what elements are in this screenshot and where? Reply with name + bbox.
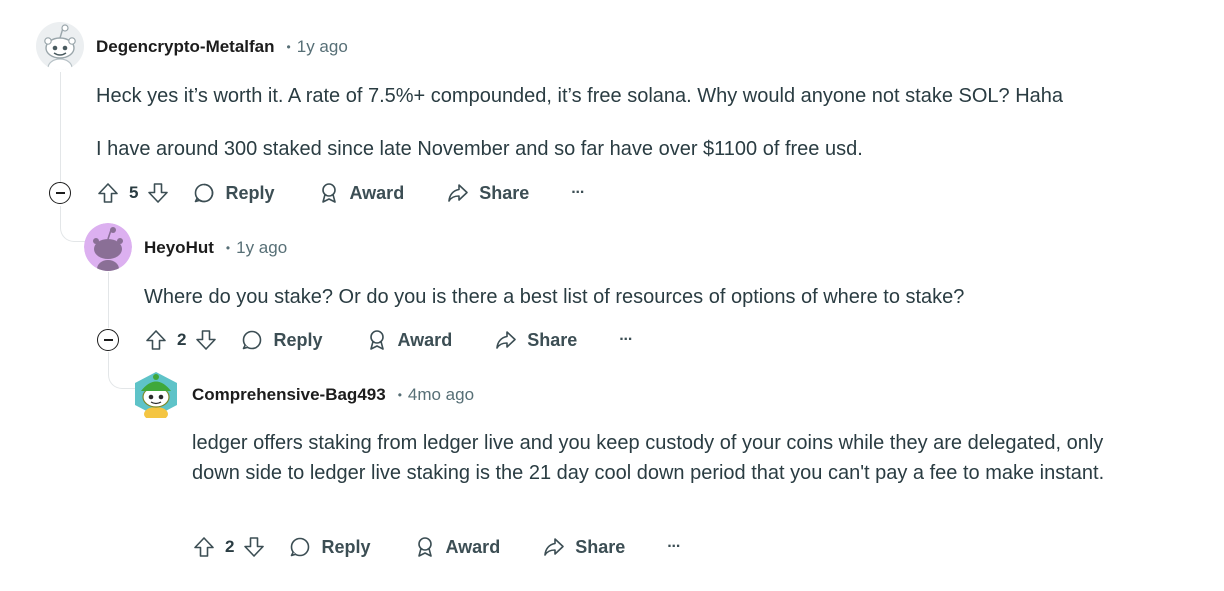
reddit-snoo-grey-avatar-icon bbox=[36, 22, 84, 70]
award-icon bbox=[321, 183, 336, 203]
collapse-thread-button[interactable] bbox=[49, 182, 71, 204]
timestamp[interactable]: 1y ago bbox=[297, 37, 348, 57]
share-button[interactable]: Share bbox=[494, 328, 577, 352]
share-icon bbox=[448, 184, 468, 202]
timestamp[interactable]: 4mo ago bbox=[408, 385, 474, 405]
share-label: Share bbox=[479, 182, 530, 203]
share-icon bbox=[496, 331, 516, 349]
award-icon bbox=[369, 330, 384, 350]
avatar[interactable] bbox=[36, 22, 84, 70]
username[interactable]: Comprehensive-Bag493 bbox=[192, 385, 386, 405]
comment-actions: 5 Reply Award Share ··· bbox=[96, 176, 585, 210]
more-options-button[interactable]: ··· bbox=[667, 538, 681, 556]
share-button[interactable]: Share bbox=[542, 535, 625, 559]
separator: • bbox=[286, 40, 291, 54]
award-label: Award bbox=[349, 182, 405, 203]
reply-button[interactable]: Reply bbox=[288, 535, 371, 559]
share-icon bbox=[544, 538, 564, 556]
vote-group: 2 bbox=[144, 328, 218, 352]
thread-branch-1 bbox=[60, 206, 85, 242]
more-icon: ··· bbox=[667, 538, 681, 555]
comment-paragraph: I have around 300 staked since late Nove… bbox=[96, 138, 863, 160]
separator: • bbox=[225, 241, 231, 255]
reply-icon bbox=[243, 330, 262, 350]
comment-header: HeyoHut • 1y ago bbox=[144, 237, 287, 259]
reddit-snoo-purple-avatar-icon bbox=[84, 223, 132, 271]
reply-button[interactable]: Reply bbox=[240, 328, 323, 352]
reply-label: Reply bbox=[273, 329, 323, 350]
upvote-icon[interactable] bbox=[96, 181, 120, 205]
vote-group: 5 bbox=[96, 181, 170, 205]
downvote-icon[interactable] bbox=[146, 181, 170, 205]
share-label: Share bbox=[575, 536, 626, 557]
award-label: Award bbox=[397, 329, 453, 350]
award-button[interactable]: Award bbox=[317, 181, 405, 205]
comment-header: Comprehensive-Bag493 • 4mo ago bbox=[192, 384, 474, 406]
comment-paragraph: Where do you stake? Or do you is there a… bbox=[144, 286, 965, 308]
comment-header: Degencrypto-Metalfan • 1y ago bbox=[96, 36, 348, 58]
thread-line-1 bbox=[60, 72, 61, 182]
upvote-icon[interactable] bbox=[144, 328, 168, 352]
reply-label: Reply bbox=[225, 182, 275, 203]
avatar[interactable] bbox=[84, 223, 132, 271]
vote-count: 2 bbox=[225, 537, 235, 556]
downvote-icon[interactable] bbox=[242, 535, 266, 559]
award-label: Award bbox=[445, 536, 501, 557]
more-options-button[interactable]: ··· bbox=[571, 184, 585, 202]
upvote-icon[interactable] bbox=[192, 535, 216, 559]
vote-group: 2 bbox=[192, 535, 266, 559]
avatar[interactable] bbox=[132, 370, 180, 421]
share-button[interactable]: Share bbox=[446, 181, 529, 205]
award-button[interactable]: Award bbox=[365, 328, 453, 352]
comment-paragraph: ledger offers staking from ledger live a… bbox=[192, 432, 1105, 484]
username[interactable]: HeyoHut bbox=[144, 238, 214, 258]
award-button[interactable]: Award bbox=[413, 535, 501, 559]
comment-actions: 2 Reply Award Share ··· bbox=[192, 530, 681, 564]
username[interactable]: Degencrypto-Metalfan bbox=[96, 37, 275, 57]
reply-button[interactable]: Reply bbox=[192, 181, 275, 205]
vote-count: 2 bbox=[177, 330, 187, 349]
share-label: Share bbox=[527, 329, 578, 350]
vote-count: 5 bbox=[129, 183, 139, 202]
timestamp[interactable]: 1y ago bbox=[236, 238, 287, 258]
award-icon bbox=[417, 537, 432, 557]
reply-icon bbox=[291, 537, 310, 557]
thread-branch-2 bbox=[108, 352, 135, 389]
collapse-thread-button[interactable] bbox=[97, 329, 119, 351]
reddit-snoo-green-hat-avatar-icon bbox=[135, 372, 177, 421]
more-icon: ··· bbox=[571, 184, 585, 201]
downvote-icon[interactable] bbox=[194, 328, 218, 352]
separator: • bbox=[397, 388, 402, 402]
reply-icon bbox=[195, 183, 214, 203]
comment-actions: 2 Reply Award Share ··· bbox=[144, 323, 633, 357]
reply-label: Reply bbox=[321, 536, 371, 557]
more-icon: ··· bbox=[619, 331, 633, 348]
thread-line-2 bbox=[108, 272, 109, 328]
more-options-button[interactable]: ··· bbox=[619, 331, 633, 349]
comment-paragraph: Heck yes it’s worth it. A rate of 7.5%+ … bbox=[96, 85, 1064, 107]
